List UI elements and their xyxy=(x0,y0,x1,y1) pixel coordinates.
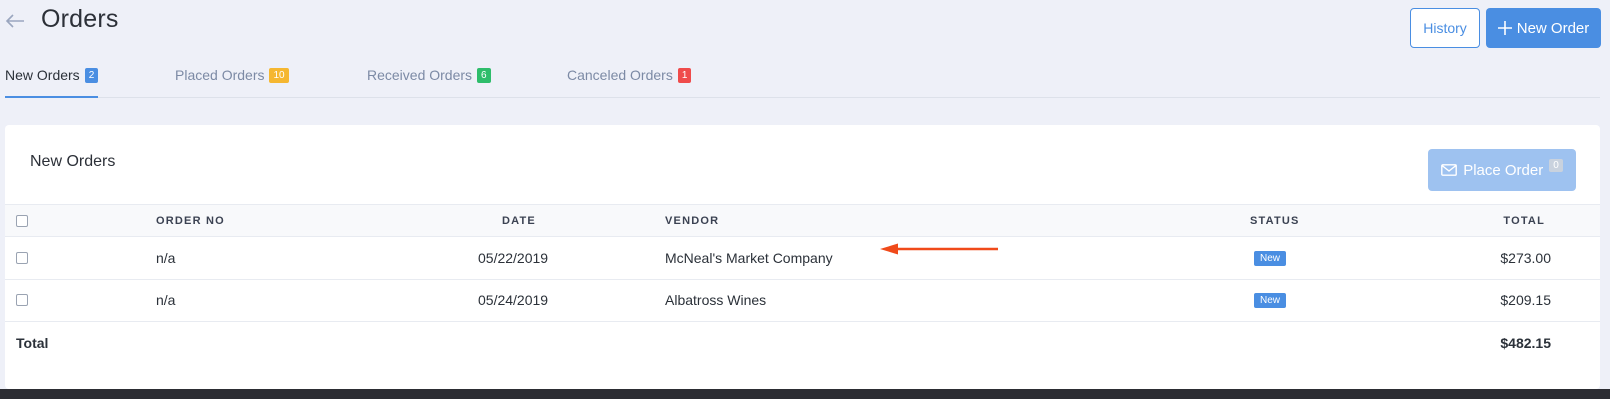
status-badge: New xyxy=(1254,292,1287,308)
tab-count-badge: 1 xyxy=(677,68,692,83)
bottom-edge xyxy=(0,389,1610,399)
new-orders-card: New Orders Place Order 0 ORDER NO DATE V… xyxy=(5,125,1600,389)
order-date: 05/22/2019 xyxy=(478,250,549,266)
new-order-button[interactable]: New Order xyxy=(1486,8,1601,48)
column-header[interactable]: VENDOR xyxy=(665,205,719,236)
status-badge: New xyxy=(1254,250,1287,266)
row-checkbox[interactable] xyxy=(16,252,28,264)
order-no: n/a xyxy=(156,250,176,266)
place-order-label: Place Order xyxy=(1463,161,1544,179)
arrow-left-icon xyxy=(5,14,24,28)
column-header[interactable]: STATUS xyxy=(1250,205,1300,236)
order-no: n/a xyxy=(156,292,176,308)
table-row[interactable]: n/a 05/24/2019 Albatross Wines New $209.… xyxy=(5,279,1600,322)
row-checkbox[interactable] xyxy=(16,294,28,306)
tab-placed-orders[interactable]: Placed Orders 10 xyxy=(175,67,289,98)
order-date: 05/24/2019 xyxy=(478,292,549,308)
tab-count-badge: 10 xyxy=(269,68,289,83)
select-all-cell xyxy=(16,205,28,236)
select-all-checkbox[interactable] xyxy=(16,214,28,227)
column-header[interactable]: TOTAL xyxy=(1503,205,1545,236)
row-select-cell xyxy=(16,237,28,279)
tab-label: Received Orders xyxy=(367,67,473,83)
row-select-cell xyxy=(16,279,28,321)
plus-icon xyxy=(1497,21,1512,35)
status-cell: New xyxy=(1254,237,1287,279)
total-value: $482.15 xyxy=(1500,335,1551,351)
status-cell: New xyxy=(1254,279,1287,321)
column-header[interactable]: DATE xyxy=(502,205,536,236)
place-order-count-badge: 0 xyxy=(1549,158,1563,172)
new-order-label: New Order xyxy=(1516,19,1590,37)
order-tabs: New Orders 2 Placed Orders 10 Received O… xyxy=(5,56,1600,98)
table-header: ORDER NO DATE VENDOR STATUS TOTAL xyxy=(5,204,1600,237)
card-title: New Orders xyxy=(30,153,116,170)
annotation-arrow-icon xyxy=(880,243,998,255)
tab-count-badge: 6 xyxy=(477,68,491,83)
tab-canceled-orders[interactable]: Canceled Orders 1 xyxy=(567,67,692,98)
vendor-name[interactable]: McNeal's Market Company xyxy=(665,237,833,279)
back-button[interactable] xyxy=(4,10,26,32)
total-row: Total $482.15 xyxy=(5,322,1600,364)
tab-label: New Orders xyxy=(5,67,80,83)
tab-count-badge: 2 xyxy=(84,68,99,83)
vendor-name[interactable]: Albatross Wines xyxy=(665,279,766,321)
tab-label: Canceled Orders xyxy=(567,67,673,83)
page-title: Orders xyxy=(41,5,119,33)
place-order-button[interactable]: Place Order 0 xyxy=(1428,149,1576,191)
table-row[interactable]: n/a 05/22/2019 McNeal's Market Company N… xyxy=(5,237,1600,280)
tab-received-orders[interactable]: Received Orders 6 xyxy=(367,67,491,98)
order-total: $209.15 xyxy=(1500,292,1551,308)
order-total: $273.00 xyxy=(1500,250,1551,266)
tab-new-orders[interactable]: New Orders 2 xyxy=(5,67,99,98)
column-header[interactable]: ORDER NO xyxy=(156,205,225,236)
history-button[interactable]: History xyxy=(1410,8,1480,48)
tab-label: Placed Orders xyxy=(175,67,265,83)
total-label: Total xyxy=(16,335,49,351)
envelope-icon xyxy=(1441,164,1458,176)
